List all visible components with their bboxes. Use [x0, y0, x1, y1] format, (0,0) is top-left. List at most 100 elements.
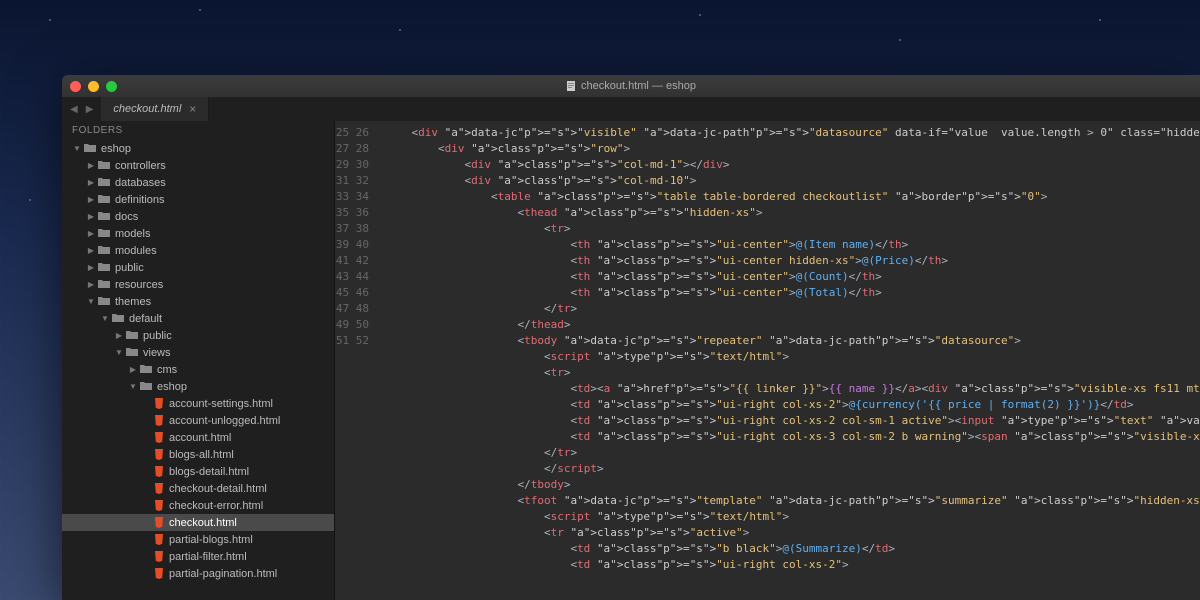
tree-item-label: themes — [115, 296, 151, 308]
tab-close-icon[interactable]: × — [189, 102, 196, 116]
tree-item-label: account-unlogged.html — [169, 415, 280, 427]
tree-item-label: databases — [115, 177, 166, 189]
tree-item-label: views — [143, 347, 171, 359]
nav-arrows: ◀ ▶ — [62, 97, 101, 121]
html-file-icon — [154, 568, 164, 579]
file-row[interactable]: account-settings.html — [62, 395, 334, 412]
disclosure-icon[interactable]: ▼ — [72, 144, 82, 153]
code-content[interactable]: <div "a">data-jc"p">="s">"visible" "a">d… — [377, 121, 1200, 600]
tree-item-label: controllers — [115, 160, 166, 172]
file-row[interactable]: checkout-detail.html — [62, 480, 334, 497]
folder-row[interactable]: ▶ controllers — [62, 157, 334, 174]
folder-row[interactable]: ▶definitions — [62, 191, 334, 208]
window-controls — [70, 81, 117, 92]
tree-item-label: blogs-detail.html — [169, 466, 249, 478]
folder-icon — [98, 228, 110, 240]
file-row[interactable]: partial-filter.html — [62, 548, 334, 565]
folder-row[interactable]: ▶public — [62, 327, 334, 344]
html-file-icon — [154, 432, 164, 443]
folder-icon — [140, 364, 152, 376]
tree-item-label: cms — [157, 364, 177, 376]
disclosure-icon[interactable]: ▶ — [114, 331, 124, 340]
folder-row[interactable]: ▼ eshop — [62, 378, 334, 395]
disclosure-icon[interactable]: ▼ — [100, 314, 110, 323]
html-file-icon — [154, 449, 164, 460]
tree-item-label: eshop — [157, 381, 187, 393]
folder-icon — [126, 347, 138, 359]
folder-icon — [98, 279, 110, 291]
disclosure-icon[interactable]: ▶ — [86, 229, 96, 238]
titlebar: checkout.html — eshop — [62, 75, 1200, 97]
file-row[interactable]: account-unlogged.html — [62, 412, 334, 429]
html-file-icon — [154, 517, 164, 528]
disclosure-icon[interactable]: ▶ — [86, 178, 96, 187]
file-row[interactable]: checkout-error.html — [62, 497, 334, 514]
file-row[interactable]: partial-blogs.html — [62, 531, 334, 548]
tree-item-label: docs — [115, 211, 138, 223]
disclosure-icon[interactable]: ▶ — [86, 246, 96, 255]
file-icon — [566, 81, 576, 91]
folder-row[interactable]: ▶modules — [62, 242, 334, 259]
folder-row[interactable]: ▼ eshop — [62, 140, 334, 157]
window-title: checkout.html — eshop — [62, 80, 1200, 92]
tree-item-label: models — [115, 228, 150, 240]
folder-icon — [98, 177, 110, 189]
tree-item-label: checkout-error.html — [169, 500, 263, 512]
tree-item-label: account.html — [169, 432, 231, 444]
zoom-window-button[interactable] — [106, 81, 117, 92]
tab-checkout[interactable]: checkout.html × — [101, 97, 209, 121]
file-row[interactable]: account.html — [62, 429, 334, 446]
folder-icon — [112, 313, 124, 325]
folder-row[interactable]: ▶ docs — [62, 208, 334, 225]
folder-icon — [140, 381, 152, 393]
folder-row[interactable]: ▼ themes — [62, 293, 334, 310]
folder-icon — [126, 330, 138, 342]
file-row[interactable]: partial-pagination.html — [62, 565, 334, 582]
tab-label: checkout.html — [113, 103, 181, 115]
folder-row[interactable]: ▼ default — [62, 310, 334, 327]
tree-item-label: checkout.html — [169, 517, 237, 529]
folder-icon — [98, 245, 110, 257]
disclosure-icon[interactable]: ▼ — [128, 382, 138, 391]
file-row[interactable]: checkout.html — [62, 514, 334, 531]
disclosure-icon[interactable]: ▶ — [128, 365, 138, 374]
nav-forward-icon[interactable]: ▶ — [86, 104, 94, 115]
disclosure-icon[interactable]: ▶ — [86, 280, 96, 289]
folder-icon — [98, 296, 110, 308]
tree-item-label: blogs-all.html — [169, 449, 234, 461]
disclosure-icon[interactable]: ▶ — [86, 161, 96, 170]
folder-row[interactable]: ▼ views — [62, 344, 334, 361]
tree-item-label: public — [115, 262, 144, 274]
folder-row[interactable]: ▶ public — [62, 259, 334, 276]
html-file-icon — [154, 398, 164, 409]
folder-row[interactable]: ▶ databases — [62, 174, 334, 191]
tree-item-label: eshop — [101, 143, 131, 155]
html-file-icon — [154, 483, 164, 494]
folder-row[interactable]: ▶ models — [62, 225, 334, 242]
folder-icon — [98, 211, 110, 223]
disclosure-icon[interactable]: ▶ — [86, 195, 96, 204]
disclosure-icon[interactable]: ▶ — [86, 263, 96, 272]
folder-row[interactable]: ▶resources — [62, 276, 334, 293]
html-file-icon — [154, 500, 164, 511]
folder-icon — [84, 143, 96, 155]
code-editor[interactable]: 25 26 27 28 29 30 31 32 33 34 35 36 37 3… — [335, 121, 1200, 600]
close-window-button[interactable] — [70, 81, 81, 92]
folder-icon — [98, 160, 110, 172]
editor-window: checkout.html — eshop ◀ ▶ checkout.html … — [62, 75, 1200, 600]
tree-item-label: partial-blogs.html — [169, 534, 253, 546]
disclosure-icon[interactable]: ▶ — [86, 212, 96, 221]
minimize-window-button[interactable] — [88, 81, 99, 92]
file-row[interactable]: blogs-detail.html — [62, 463, 334, 480]
disclosure-icon[interactable]: ▼ — [114, 348, 124, 357]
sidebar-header: FOLDERS — [62, 121, 334, 140]
disclosure-icon[interactable]: ▼ — [86, 297, 96, 306]
folder-row[interactable]: ▶ cms — [62, 361, 334, 378]
html-file-icon — [154, 415, 164, 426]
line-gutter: 25 26 27 28 29 30 31 32 33 34 35 36 37 3… — [335, 121, 377, 600]
file-tree: ▼ eshop ▶ controllers ▶ databases ▶definitions… — [62, 140, 334, 582]
tree-item-label: default — [129, 313, 162, 325]
html-file-icon — [154, 466, 164, 477]
nav-back-icon[interactable]: ◀ — [70, 104, 78, 115]
file-row[interactable]: blogs-all.html — [62, 446, 334, 463]
